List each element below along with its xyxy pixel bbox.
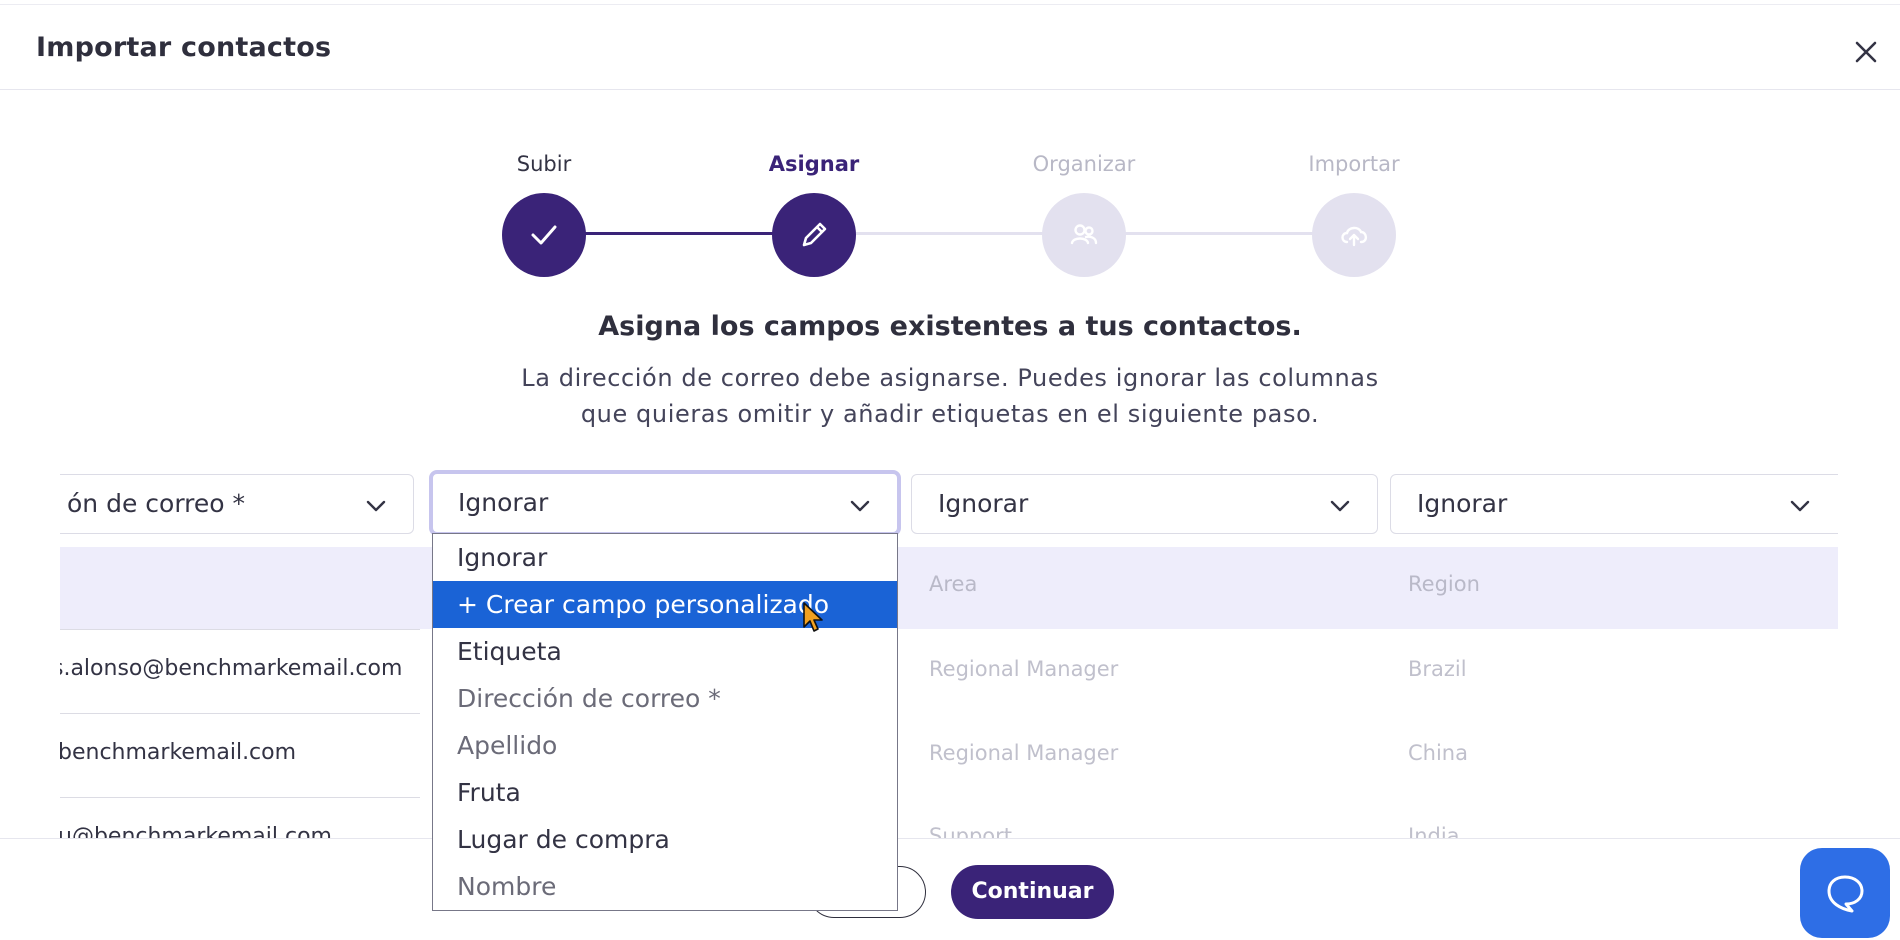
close-icon[interactable] (1849, 35, 1883, 69)
step-subir: Subir (464, 149, 624, 277)
column-1-field-select[interactable]: ón de correo * (60, 474, 414, 534)
area-cell: Regional Manager (929, 657, 1119, 681)
step-asignar: Asignar (734, 149, 894, 277)
instructions-description: La dirección de correo debe asignarse. P… (0, 360, 1900, 432)
step-importar: Importar (1274, 149, 1434, 277)
option-ignorar[interactable]: Ignorar (433, 534, 897, 581)
column-4-field-select[interactable]: Ignorar (1390, 474, 1838, 534)
chevron-down-icon (1790, 500, 1810, 512)
chevron-down-icon (850, 500, 870, 512)
row-divider (60, 629, 420, 630)
cloud-upload-icon (1312, 193, 1396, 277)
continue-button[interactable]: Continuar (951, 865, 1114, 919)
column-2-field-select[interactable]: Ignorar (429, 470, 901, 536)
option-direccion-de-correo[interactable]: Dirección de correo * (433, 675, 897, 722)
select-value: Ignorar (938, 489, 1029, 518)
select-value: Ignorar (458, 488, 549, 517)
row-divider (60, 797, 420, 798)
option-crear-campo-personalizado[interactable]: + Crear campo personalizado (433, 581, 897, 628)
instructions-line-2: que quieras omitir y añadir etiquetas en… (580, 400, 1320, 428)
column-header-area: Area (929, 572, 978, 596)
step-connector-todo-2 (1125, 232, 1315, 235)
email-cell: benchmarkemail.com (60, 740, 297, 765)
step-organizar: Organizar (1004, 149, 1164, 277)
step-label: Importar (1308, 152, 1400, 176)
select-value: Ignorar (1417, 489, 1508, 518)
step-connector-todo-1 (855, 232, 1045, 235)
option-nombre[interactable]: Nombre (433, 863, 897, 910)
instructions-line-1: La dirección de correo debe asignarse. P… (521, 364, 1379, 392)
dialog-title: Importar contactos (36, 32, 332, 63)
option-etiqueta[interactable]: Etiqueta (433, 628, 897, 675)
mouse-pointer-icon (803, 602, 823, 632)
field-mapping-area: ón de correo * Ignorar Ignorar Ignorar A… (60, 470, 1838, 840)
step-label: Subir (516, 152, 572, 176)
field-options-listbox: Ignorar + Crear campo personalizado Etiq… (432, 533, 898, 911)
users-icon (1042, 193, 1126, 277)
chat-support-button[interactable] (1800, 848, 1890, 938)
instructions-heading: Asigna los campos existentes a tus conta… (598, 311, 1302, 342)
option-lugar-de-compra[interactable]: Lugar de compra (433, 816, 897, 863)
pencil-icon (772, 193, 856, 277)
dialog-footer: Continuar (0, 838, 1900, 940)
dialog-header: Importar contactos (0, 5, 1900, 90)
chat-bubble-icon (1827, 875, 1864, 913)
column-header-region: Region (1408, 572, 1480, 596)
region-cell: Brazil (1408, 657, 1467, 681)
step-connector-done (585, 232, 775, 235)
select-value: ón de correo * (67, 489, 246, 518)
preview-table-header: Area Region (60, 547, 1838, 629)
option-apellido[interactable]: Apellido (433, 722, 897, 769)
email-cell: s.alonso@benchmarkemail.com (60, 656, 403, 681)
check-icon (502, 193, 586, 277)
option-fruta[interactable]: Fruta (433, 769, 897, 816)
chevron-down-icon (1330, 500, 1350, 512)
area-cell: Regional Manager (929, 741, 1119, 765)
column-3-field-select[interactable]: Ignorar (911, 474, 1378, 534)
chevron-down-icon (366, 500, 386, 512)
step-label: Organizar (1032, 152, 1136, 176)
row-divider (60, 713, 420, 714)
region-cell: China (1408, 741, 1468, 765)
step-label: Asignar (768, 152, 860, 176)
